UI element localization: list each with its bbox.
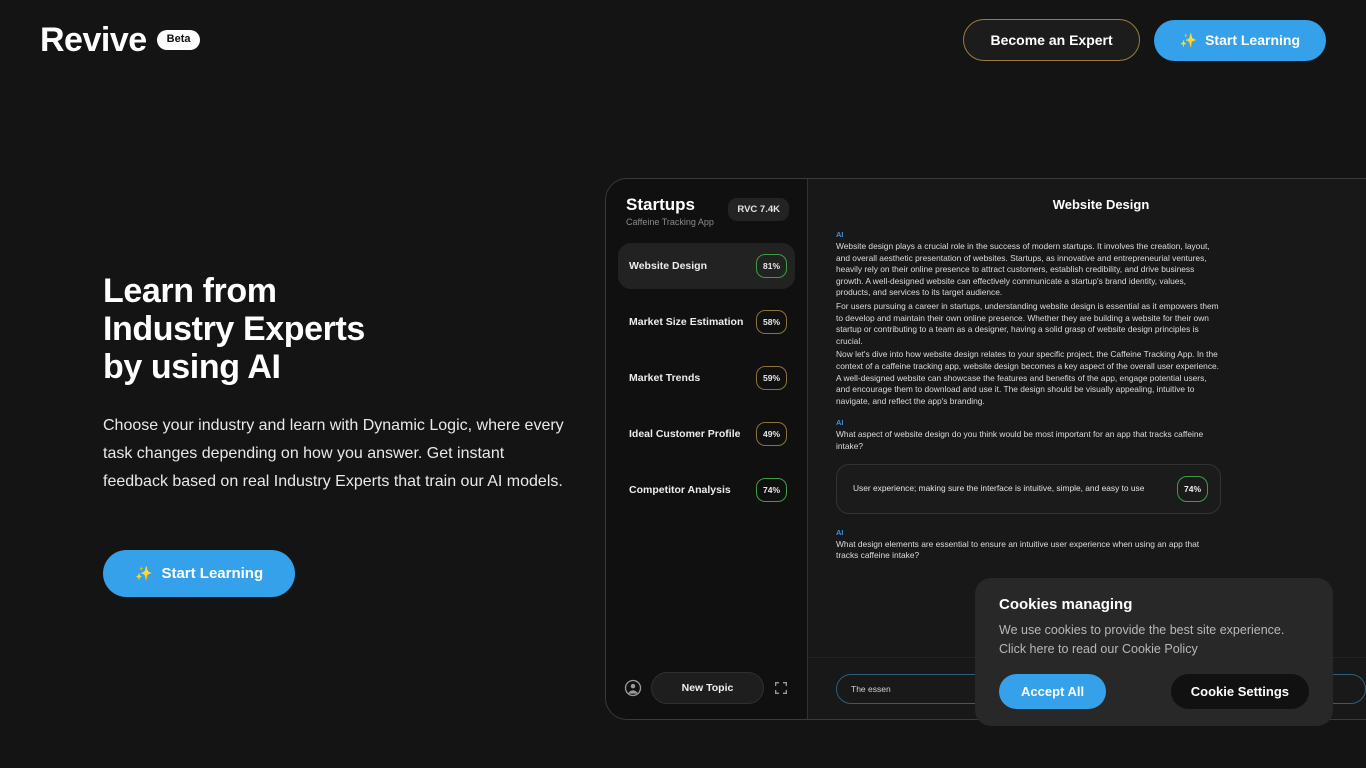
ai-message-paragraph: Website design plays a crucial role in t…: [836, 241, 1210, 298]
sidebar-topic-progress-badge: 58%: [756, 309, 787, 334]
ai-message-paragraph: Now let's dive into how website design r…: [836, 349, 1219, 406]
sidebar-topic-label: Market Trends: [629, 371, 701, 384]
new-topic-button[interactable]: New Topic: [650, 672, 765, 704]
sidebar-titles: Startups Caffeine Tracking App: [626, 195, 714, 227]
site-header: Revive Beta Become an Expert ✨ Start Lea…: [0, 0, 1366, 80]
chat-title: Website Design: [1052, 197, 1150, 212]
sidebar-header: Startups Caffeine Tracking App RVC 7.4K: [618, 195, 795, 227]
user-answer-text: User experience; making sure the interfa…: [853, 483, 1145, 494]
sidebar-topic-item[interactable]: Website Design 81%: [618, 242, 795, 289]
hero-heading-line-1: Learn from: [103, 272, 277, 310]
user-avatar-icon[interactable]: [624, 679, 642, 697]
header-actions: Become an Expert ✨ Start Learning: [963, 19, 1326, 61]
hero-heading-line-2: Industry Experts: [103, 310, 365, 349]
cookie-banner: Cookies managing We use cookies to provi…: [975, 578, 1333, 726]
sidebar-subtitle: Caffeine Tracking App: [626, 216, 714, 227]
sidebar-topic-item[interactable]: Market Trends 59%: [618, 355, 795, 401]
ai-message-1: AI Website design plays a crucial role i…: [836, 230, 1366, 407]
user-answer-card[interactable]: User experience; making sure the interfa…: [836, 463, 1221, 514]
landing-page: Revive Beta Become an Expert ✨ Start Lea…: [0, 0, 1366, 768]
hero-section: Learn from Industry Experts by using AI …: [103, 272, 583, 598]
sidebar-topic-item[interactable]: Ideal Customer Profile 49%: [618, 411, 795, 457]
ai-question-text: What aspect of website design do you thi…: [836, 429, 1204, 451]
accept-all-button[interactable]: Accept All: [999, 673, 1107, 709]
hero-heading-line-3: by using AI: [103, 348, 281, 387]
sidebar-topic-item[interactable]: Competitor Analysis 74%: [618, 467, 795, 513]
rvc-badge: RVC 7.4K: [728, 198, 789, 221]
ai-message-paragraph: For users pursuing a career in startups,…: [836, 300, 1219, 346]
start-learning-label-hero: Start Learning: [161, 565, 264, 583]
sidebar-topic-label: Market Size Estimation: [629, 315, 744, 328]
start-learning-button-hero[interactable]: ✨ Start Learning: [103, 550, 296, 598]
ai-question-text: What design elements are essential to en…: [836, 538, 1200, 561]
sidebar-topic-item[interactable]: Market Size Estimation 58%: [618, 299, 795, 345]
cookie-policy-link[interactable]: Click here to read our Cookie Policy: [999, 642, 1198, 656]
cookie-banner-text: We use cookies to provide the best site …: [999, 621, 1309, 660]
ai-question-2: AI What design elements are essential to…: [836, 528, 1366, 562]
fullscreen-icon[interactable]: [773, 680, 789, 696]
hero-body-text: Choose your industry and learn with Dyna…: [103, 417, 564, 491]
sidebar-topic-label: Competitor Analysis: [629, 483, 731, 496]
become-an-expert-button[interactable]: Become an Expert: [963, 19, 1140, 61]
answer-score-badge: 74%: [1177, 475, 1208, 502]
sidebar-topic-progress-badge: 59%: [756, 365, 787, 390]
sparkle-icon: ✨: [1179, 31, 1198, 48]
cookie-settings-button[interactable]: Cookie Settings: [1170, 673, 1309, 709]
sidebar-topic-list: Website Design 81% Market Size Estimation 5…: [618, 242, 795, 523]
cookie-banner-title: Cookies managing: [999, 596, 1133, 613]
hero-heading: Learn from Industry Experts by using AI: [103, 272, 583, 386]
sidebar-title: Startups: [626, 195, 695, 214]
sidebar-footer: New Topic: [606, 657, 807, 719]
sparkle-icon: ✨: [135, 565, 153, 582]
sidebar-topic-progress-badge: 49%: [756, 421, 787, 446]
start-learning-button-header[interactable]: ✨ Start Learning: [1153, 19, 1326, 61]
ai-label: AI: [836, 230, 844, 239]
sidebar-topic-progress-badge: 74%: [756, 477, 787, 502]
sidebar-topic-label: Website Design: [629, 259, 707, 272]
cookie-text-line-1: We use cookies to provide the best site …: [999, 623, 1285, 637]
brand-logo[interactable]: Revive Beta: [40, 20, 201, 60]
ai-label: AI: [836, 418, 844, 428]
sidebar-topic-progress-badge: 81%: [756, 253, 787, 278]
ai-label: AI: [836, 527, 844, 537]
ai-question-1: AI What aspect of website design do you …: [836, 418, 1366, 452]
sidebar-topic-label: Ideal Customer Profile: [629, 427, 741, 440]
brand-name: Revive: [40, 20, 147, 59]
cookie-banner-actions: Accept All Cookie Settings: [999, 673, 1309, 709]
beta-badge: Beta: [156, 30, 201, 50]
mockup-sidebar: Startups Caffeine Tracking App RVC 7.4K …: [606, 179, 808, 719]
start-learning-label-header: Start Learning: [1205, 32, 1300, 48]
